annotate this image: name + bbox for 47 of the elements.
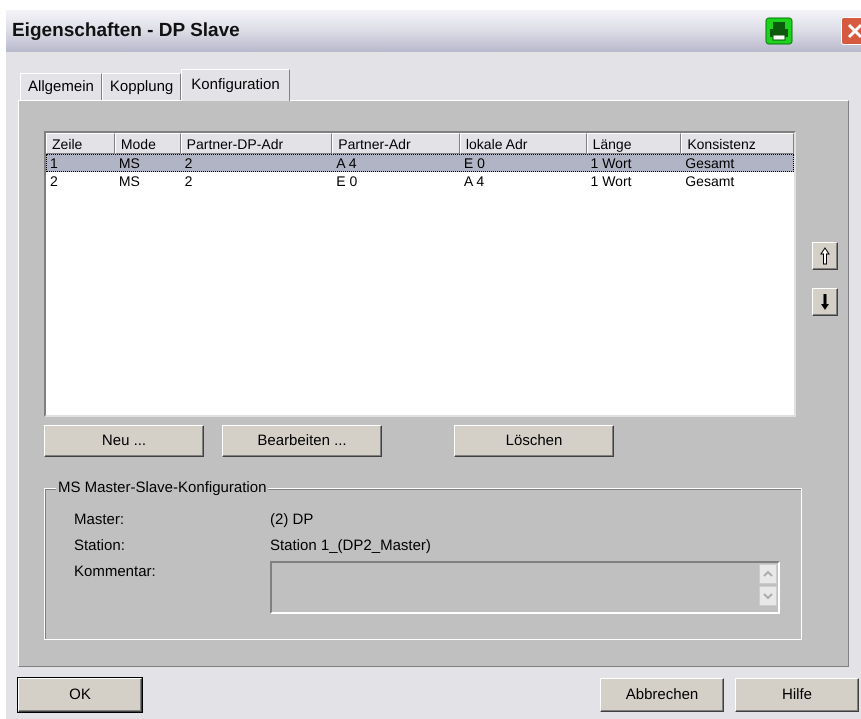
up-arrow-icon xyxy=(820,247,830,265)
table-cell-text: A 4 xyxy=(335,154,358,172)
tab[interactable]: Konfiguration xyxy=(181,69,290,101)
help-button[interactable]: Hilfe xyxy=(735,678,859,712)
table-cell-text: 1 Wort xyxy=(590,172,633,190)
table-cell-text: 2 xyxy=(184,154,194,172)
window-title: Eigenschaften - DP Slave xyxy=(12,18,241,43)
table-cell-text: MS xyxy=(118,172,141,190)
field-label: Station: xyxy=(74,536,126,556)
table-cell-text: 2 xyxy=(49,172,59,190)
move-down-button[interactable] xyxy=(812,288,838,316)
table-cell-text: E 0 xyxy=(462,154,486,172)
close-icon xyxy=(847,23,861,39)
table-action-button[interactable]: Löschen xyxy=(454,425,614,457)
column-header[interactable]: Mode xyxy=(114,133,181,154)
table-cell-text: 1 Wort xyxy=(590,154,633,172)
column-header[interactable]: Zeile xyxy=(46,133,115,154)
tab[interactable]: Allgemein xyxy=(20,73,102,100)
column-header[interactable]: Partner-DP-Adr xyxy=(180,133,332,154)
table-row[interactable]: 1 MS 2 A 4 E 0 1 Wort Gesamt xyxy=(46,154,794,172)
table-action-button[interactable]: Bearbeiten ... xyxy=(222,425,382,457)
table-cell-text: A 4 xyxy=(462,172,486,190)
field-value: Station 1_(DP2_Master) xyxy=(270,536,431,556)
group-title: MS Master-Slave-Konfiguration xyxy=(56,478,268,498)
table-cell-text: MS xyxy=(118,154,141,172)
table-cell-text: Gesamt xyxy=(684,172,736,190)
table-row[interactable]: 2 MS 2 E 0 A 4 1 Wort Gesamt xyxy=(46,172,794,190)
field-value: (2) DP xyxy=(270,510,314,530)
table-cell-text: 1 xyxy=(49,154,59,172)
close-button[interactable] xyxy=(841,17,861,45)
printer-icon[interactable] xyxy=(765,17,793,45)
table-action-button[interactable]: Neu ... xyxy=(44,425,204,457)
table-cell-text: Gesamt xyxy=(684,154,736,172)
column-header[interactable]: Partner-Adr xyxy=(332,133,460,154)
move-up-button[interactable] xyxy=(812,242,838,270)
column-header[interactable]: Länge xyxy=(586,133,682,154)
table-cell-text: 2 xyxy=(184,172,194,190)
cancel-button[interactable]: Abbrechen xyxy=(600,678,724,712)
tab[interactable]: Kopplung xyxy=(102,73,182,100)
comment-field[interactable] xyxy=(270,561,780,614)
column-header[interactable]: Konsistenz xyxy=(681,133,794,154)
table-cell-text: E 0 xyxy=(335,172,358,190)
field-label: Kommentar: xyxy=(74,562,157,582)
field-label: Master: xyxy=(74,510,126,530)
down-arrow-icon xyxy=(820,293,830,311)
ok-button[interactable]: OK xyxy=(18,678,142,712)
column-header[interactable]: lokale Adr xyxy=(460,133,587,154)
